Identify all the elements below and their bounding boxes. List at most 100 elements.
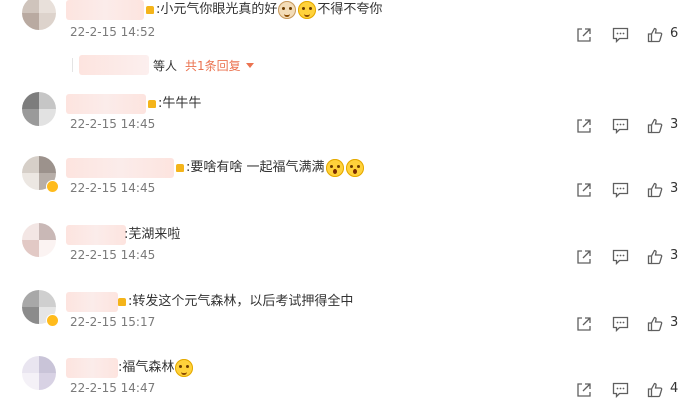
dog-emoji xyxy=(278,1,297,19)
avatar-pixel xyxy=(39,240,56,257)
comment-icon[interactable] xyxy=(612,182,629,198)
comment-actions: 3 xyxy=(576,247,700,267)
comment-text: :转发这个元气森林，以后考试押得全中 xyxy=(117,293,353,311)
avatar-pixel xyxy=(39,0,56,13)
avatar-pixel xyxy=(39,356,56,373)
comment-time: 22-2-15 14:45 xyxy=(70,117,156,131)
like-icon[interactable] xyxy=(647,182,663,198)
comment-item: :要啥有啥 一起福气满满 22-2-15 14:45 3 xyxy=(0,156,700,216)
avatar-pixel xyxy=(22,173,39,190)
like-count: 6 xyxy=(670,26,679,41)
like-count: 3 xyxy=(670,248,679,263)
comment-time: 22-2-15 15:17 xyxy=(70,315,156,329)
avatar-pixel xyxy=(22,0,39,13)
comment-actions: 3 xyxy=(576,314,700,334)
avatar[interactable] xyxy=(22,223,56,257)
avatar-pixel xyxy=(39,92,56,109)
avatar-pixel xyxy=(22,356,39,373)
share-icon[interactable] xyxy=(576,118,592,134)
like-count: 3 xyxy=(670,181,679,196)
shock-emoji xyxy=(325,159,344,177)
comment-item: :芜湖来啦 22-2-15 14:45 3 xyxy=(0,223,700,283)
vip-crown-icon xyxy=(147,98,157,110)
share-icon[interactable] xyxy=(576,316,592,332)
vip-crown-icon xyxy=(175,162,185,174)
comment-actions: 6 xyxy=(576,25,700,45)
avatar[interactable] xyxy=(22,356,56,390)
comment-icon[interactable] xyxy=(612,249,629,265)
shock-emoji xyxy=(345,159,364,177)
like-icon[interactable] xyxy=(647,249,663,265)
like-count: 4 xyxy=(670,381,679,396)
username[interactable] xyxy=(66,94,146,114)
like-icon[interactable] xyxy=(647,382,663,398)
reply-summary: 等人 共1条回复 xyxy=(72,55,254,75)
comment-icon[interactable] xyxy=(612,118,629,134)
avatar-pixel xyxy=(22,156,39,173)
comment-icon[interactable] xyxy=(612,27,629,43)
comment-icon[interactable] xyxy=(612,382,629,398)
expand-replies-link[interactable]: 共1条回复 xyxy=(185,57,254,74)
share-icon[interactable] xyxy=(576,249,592,265)
vip-crown-icon xyxy=(117,296,127,308)
avatar-pixel xyxy=(39,290,56,307)
username[interactable] xyxy=(66,225,126,245)
comment-body: :小元气你眼光真的好 xyxy=(156,2,278,17)
comment-time: 22-2-15 14:45 xyxy=(70,181,156,195)
avatar-pixel xyxy=(39,223,56,240)
avatar-pixel xyxy=(22,373,39,390)
avatar[interactable] xyxy=(22,92,56,126)
like-icon[interactable] xyxy=(647,118,663,134)
username[interactable] xyxy=(66,358,118,378)
username[interactable] xyxy=(66,0,144,20)
expand-replies-label: 共1条回复 xyxy=(185,58,241,73)
comment-actions: 3 xyxy=(576,116,700,136)
comment-item: :福气森林 22-2-15 14:47 4 xyxy=(0,356,700,416)
comment-text: :芜湖来啦 xyxy=(124,226,180,244)
divider xyxy=(72,58,73,72)
like-icon[interactable] xyxy=(647,27,663,43)
username[interactable] xyxy=(66,158,174,178)
like-count: 3 xyxy=(670,315,679,330)
share-icon[interactable] xyxy=(576,182,592,198)
comment-time: 22-2-15 14:47 xyxy=(70,381,156,395)
like-icon[interactable] xyxy=(647,316,663,332)
avatar[interactable] xyxy=(22,0,56,30)
smile-emoji xyxy=(298,1,317,19)
caret-down-icon xyxy=(245,62,254,68)
reply-username[interactable] xyxy=(79,55,149,75)
comment-item: :牛牛牛 22-2-15 14:45 3 xyxy=(0,92,700,152)
comment-text: :要啥有啥 一起福气满满 xyxy=(175,159,365,177)
comment-text: :牛牛牛 xyxy=(147,95,201,113)
avatar-pixel xyxy=(22,92,39,109)
avatar-pixel xyxy=(39,13,56,30)
avatar-pixel xyxy=(22,290,39,307)
comment-body: :转发这个元气森林，以后考试押得全中 xyxy=(128,294,354,309)
verified-badge-icon xyxy=(46,314,59,327)
reply-prefix: 等人 xyxy=(153,58,178,73)
avatar-pixel xyxy=(22,13,39,30)
avatar-pixel xyxy=(39,109,56,126)
avatar-pixel xyxy=(22,223,39,240)
comment-body: :福气森林 xyxy=(118,360,175,375)
comment-item: :小元气你眼光真的好 不得不夸你 22-2-15 14:52 6 等人 共1条回… xyxy=(0,0,700,75)
username[interactable] xyxy=(66,292,118,312)
comment-time: 22-2-15 14:52 xyxy=(70,25,156,39)
share-icon[interactable] xyxy=(576,382,592,398)
avatar-pixel xyxy=(22,240,39,257)
verified-badge-icon xyxy=(46,180,59,193)
avatar-pixel xyxy=(22,307,39,324)
comment-body-tail: 不得不夸你 xyxy=(317,2,383,17)
comment-icon[interactable] xyxy=(612,316,629,332)
share-icon[interactable] xyxy=(576,27,592,43)
comment-actions: 3 xyxy=(576,180,700,200)
avatar-pixel xyxy=(22,109,39,126)
comment-time: 22-2-15 14:45 xyxy=(70,248,156,262)
avatar-pixel xyxy=(39,373,56,390)
avatar-pixel xyxy=(39,156,56,173)
smile-emoji xyxy=(175,359,194,377)
like-count: 3 xyxy=(670,117,679,132)
vip-crown-icon xyxy=(145,4,155,16)
comment-body: :要啥有啥 一起福气满满 xyxy=(186,160,325,175)
comment-body: :牛牛牛 xyxy=(158,96,202,111)
